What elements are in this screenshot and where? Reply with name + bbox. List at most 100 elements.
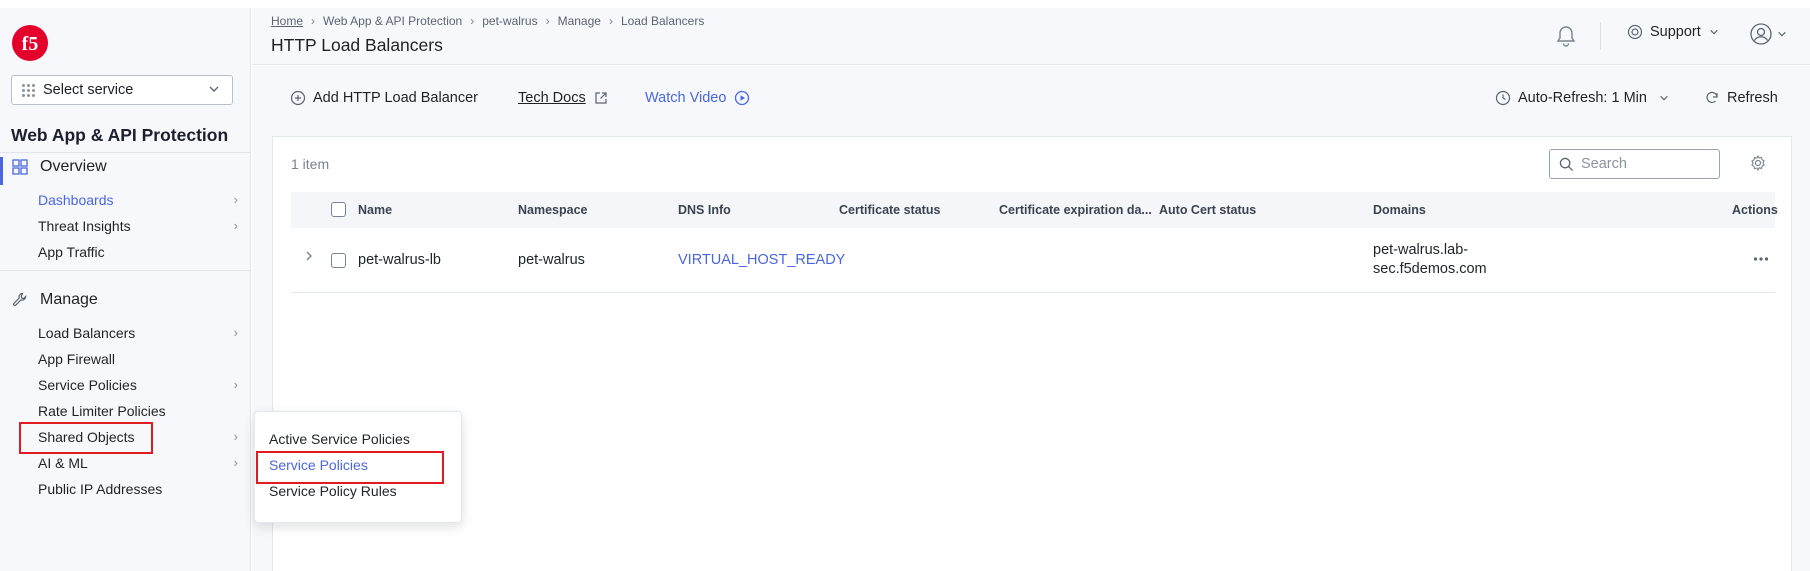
divider	[0, 152, 251, 153]
watch-video-label: Watch Video	[645, 90, 727, 106]
sidebar-item-label: Service Policies	[38, 377, 137, 393]
row-actions-more-icon[interactable]	[1753, 249, 1769, 267]
column-header-certificate-status[interactable]: Certificate status	[839, 203, 940, 217]
cell-domains-line2: sec.f5demos.com	[1373, 261, 1487, 277]
sidebar-item-label: App Firewall	[38, 351, 116, 367]
play-circle-icon	[735, 90, 750, 106]
page-title: HTTP Load Balancers	[271, 35, 443, 55]
row-checkbox[interactable]	[331, 253, 346, 268]
select-service-label: Select service	[43, 82, 134, 98]
cell-domains-line1: pet-walrus.lab-	[1373, 242, 1469, 258]
column-header-dns-info[interactable]: DNS Info	[678, 203, 731, 217]
add-button-label: Add HTTP Load Balancer	[313, 90, 478, 106]
cell-dns-info[interactable]: VIRTUAL_HOST_READY	[678, 252, 845, 268]
breadcrumb-item[interactable]: Web App & API Protection	[323, 14, 462, 28]
sidebar-group-overview[interactable]: Overview	[11, 158, 107, 176]
sidebar-group-manage-label: Manage	[40, 291, 98, 308]
sidebar-item-label: App Traffic	[38, 244, 105, 260]
column-header-namespace[interactable]: Namespace	[518, 203, 588, 217]
apps-grid-icon	[22, 83, 35, 97]
lifebuoy-icon	[1627, 24, 1643, 40]
sidebar: f5 Select service Web App & API Protecti…	[0, 8, 251, 571]
dashboard-grid-icon	[11, 158, 29, 176]
item-count: 1 item	[291, 156, 330, 172]
sidebar-item-ai-ml[interactable]: AI & ML ›	[38, 455, 238, 471]
flyout-item-service-policy-rules[interactable]: Service Policy Rules	[269, 483, 397, 499]
search-icon	[1559, 157, 1574, 171]
header-divider	[1600, 22, 1601, 50]
auto-refresh-label: Auto-Refresh: 1 Min	[1518, 90, 1647, 106]
search-input[interactable]: Search	[1549, 149, 1720, 179]
breadcrumb-item[interactable]: Manage	[558, 14, 601, 28]
sidebar-item-dashboards[interactable]: Dashboards ›	[38, 192, 238, 208]
service-title: Web App & API Protection	[11, 125, 229, 145]
chevron-right-icon: ›	[233, 218, 238, 233]
flyout-item-active-service-policies[interactable]: Active Service Policies	[269, 431, 410, 447]
sidebar-item-rate-limiter-policies[interactable]: Rate Limiter Policies	[38, 403, 238, 419]
highlight-box-sidebar-service-policies	[19, 422, 153, 454]
auto-refresh-dropdown[interactable]: Auto-Refresh: 1 Min	[1495, 90, 1669, 106]
breadcrumb-item[interactable]: pet-walrus	[482, 14, 537, 28]
breadcrumb-separator: ›	[608, 14, 613, 28]
chevron-right-icon: ›	[233, 192, 238, 207]
column-header-certificate-expiration[interactable]: Certificate expiration da...	[999, 203, 1152, 217]
column-header-auto-cert-status[interactable]: Auto Cert status	[1159, 203, 1256, 217]
sidebar-group-overview-label: Overview	[40, 158, 107, 175]
refresh-label: Refresh	[1727, 90, 1778, 106]
support-label: Support	[1650, 24, 1701, 40]
f5-logo[interactable]: f5	[10, 23, 50, 63]
active-indicator	[0, 157, 3, 185]
load-balancers-table-card: 1 item Search Name Namespace DNS Info Ce…	[272, 136, 1792, 571]
chevron-right-icon: ›	[233, 455, 238, 470]
sidebar-item-load-balancers[interactable]: Load Balancers ›	[38, 325, 238, 341]
tech-docs-label: Tech Docs	[518, 90, 586, 106]
select-all-checkbox[interactable]	[331, 202, 346, 217]
watch-video-link[interactable]: Watch Video	[645, 90, 750, 106]
table-row[interactable]: pet-walrus-lb pet-walrus VIRTUAL_HOST_RE…	[291, 228, 1775, 293]
sidebar-item-label: Rate Limiter Policies	[38, 403, 166, 419]
sidebar-item-label: Public IP Addresses	[38, 481, 163, 497]
sidebar-item-threat-insights[interactable]: Threat Insights ›	[38, 218, 238, 234]
sidebar-group-manage[interactable]: Manage	[11, 291, 98, 309]
sidebar-item-label: Load Balancers	[38, 325, 136, 341]
top-header: Home › Web App & API Protection › pet-wa…	[252, 8, 1810, 65]
sidebar-item-service-policies[interactable]: Service Policies ›	[38, 377, 238, 393]
chevron-down-icon	[1778, 31, 1786, 37]
tech-docs-link[interactable]: Tech Docs	[518, 90, 608, 106]
column-header-domains[interactable]: Domains	[1373, 203, 1426, 217]
sidebar-item-label: AI & ML	[38, 455, 88, 471]
plus-circle-icon	[290, 90, 306, 106]
expand-row-chevron-icon[interactable]	[304, 249, 314, 267]
breadcrumb: Home › Web App & API Protection › pet-wa…	[271, 14, 704, 28]
toolbar: Add HTTP Load Balancer Tech Docs Watch V…	[252, 66, 1810, 136]
search-placeholder: Search	[1581, 156, 1627, 172]
refresh-button[interactable]: Refresh	[1704, 90, 1778, 106]
select-service-dropdown[interactable]: Select service	[11, 75, 233, 105]
column-header-actions: Actions	[1732, 203, 1778, 217]
logo-text: f5	[22, 33, 39, 55]
chevron-right-icon: ›	[233, 325, 238, 340]
user-menu[interactable]	[1749, 22, 1787, 46]
chevron-down-icon	[1660, 95, 1668, 101]
divider	[0, 270, 251, 271]
column-header-name[interactable]: Name	[358, 203, 392, 217]
breadcrumb-separator: ›	[470, 14, 475, 28]
chevron-right-icon: ›	[233, 377, 238, 392]
breadcrumb-separator: ›	[311, 14, 316, 28]
sidebar-item-app-traffic[interactable]: App Traffic	[38, 244, 238, 260]
notifications-bell-icon[interactable]	[1555, 24, 1577, 53]
wrench-icon	[11, 291, 29, 309]
refresh-icon	[1706, 91, 1718, 104]
cell-name[interactable]: pet-walrus-lb	[358, 252, 441, 268]
support-menu[interactable]: Support	[1627, 24, 1726, 40]
clock-icon	[1495, 90, 1511, 106]
sidebar-item-label: Threat Insights	[38, 218, 131, 234]
external-link-icon	[595, 92, 607, 104]
sidebar-item-public-ip-addresses[interactable]: Public IP Addresses	[38, 481, 238, 497]
breadcrumb-home[interactable]: Home	[271, 14, 303, 28]
add-http-load-balancer-button[interactable]: Add HTTP Load Balancer	[290, 90, 478, 106]
table-settings-gear-icon[interactable]	[1750, 154, 1766, 176]
cell-namespace: pet-walrus	[518, 252, 585, 268]
sidebar-item-app-firewall[interactable]: App Firewall	[38, 351, 238, 367]
chevron-right-icon: ›	[233, 429, 238, 444]
